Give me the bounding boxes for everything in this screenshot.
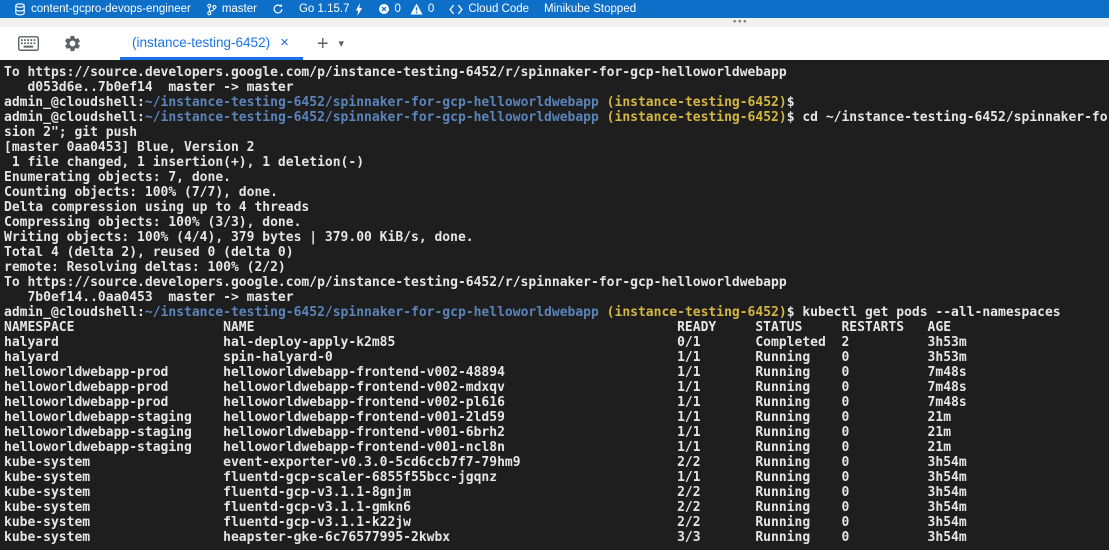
refresh-icon [272, 3, 284, 15]
terminal-line: Writing objects: 100% (4/4), 379 bytes |… [4, 230, 1109, 245]
terminal-line: To https://source.developers.google.com/… [4, 275, 1109, 290]
project-name: content-gcpro-devops-engineer [31, 3, 191, 15]
warning-count: 0 [428, 3, 434, 15]
terminal-line: kube-system fluentd-gcp-v3.1.1-k22jw 2/2… [4, 515, 1109, 530]
code-brackets-icon [449, 4, 463, 15]
terminal-output: To https://source.developers.google.com/… [4, 65, 1109, 545]
keyboard-icon[interactable] [18, 36, 39, 51]
terminal-line: d053d6e..7b0ef14 master -> master [4, 80, 1109, 95]
terminal-line: To https://source.developers.google.com/… [4, 65, 1109, 80]
error-icon [378, 3, 390, 15]
branch-name: master [222, 3, 257, 15]
terminal-line: [master 0aa0453] Blue, Version 2 [4, 140, 1109, 155]
terminal-line: remote: Resolving deltas: 100% (2/2) [4, 260, 1109, 275]
terminal-tab-label: (instance-testing-6452) [132, 35, 270, 50]
go-version: Go 1.15.7 [299, 3, 350, 15]
terminal-line: helloworldwebapp-staging helloworldwebap… [4, 440, 1109, 455]
minikube-status[interactable]: Minikube Stopped [544, 0, 636, 18]
git-branch-icon [206, 3, 217, 16]
minikube-status-label: Minikube Stopped [544, 3, 636, 15]
terminal-tab-bar: (instance-testing-6452) × + ▾ [0, 27, 1109, 60]
cloud-code-button[interactable]: Cloud Code [449, 0, 529, 18]
sync-button[interactable] [272, 0, 284, 18]
terminal-line: kube-system event-exporter-v0.3.0-5cd6cc… [4, 455, 1109, 470]
error-count: 0 [395, 3, 401, 15]
terminal-line: kube-system heapster-gke-6c76577995-2kwb… [4, 530, 1109, 545]
terminal-line: 7b0ef14..0aa0453 master -> master [4, 290, 1109, 305]
panel-overflow-handle[interactable]: ••• [733, 16, 748, 26]
terminal-line: helloworldwebapp-staging helloworldwebap… [4, 410, 1109, 425]
terminal-line: helloworldwebapp-staging helloworldwebap… [4, 425, 1109, 440]
terminal-line: Counting objects: 100% (7/7), done. [4, 185, 1109, 200]
branch-indicator[interactable]: master [206, 0, 257, 18]
go-version-indicator[interactable]: Go 1.15.7 [299, 0, 363, 18]
database-icon [14, 3, 26, 16]
terminal-line: Enumerating objects: 7, done. [4, 170, 1109, 185]
terminal-line: sion 2"; git push [4, 125, 1109, 140]
terminal-line: kube-system fluentd-gcp-v3.1.1-8gnjm 2/2… [4, 485, 1109, 500]
panel-divider: ••• [0, 18, 1109, 27]
terminal[interactable]: To https://source.developers.google.com/… [0, 60, 1109, 550]
warning-icon [410, 3, 423, 15]
terminal-line: helloworldwebapp-prod helloworldwebapp-f… [4, 365, 1109, 380]
terminal-line: admin_@cloudshell:~/instance-testing-645… [4, 110, 1109, 125]
chevron-down-icon[interactable]: ▾ [339, 37, 345, 50]
terminal-line: NAMESPACE NAME READY STATUS RESTARTS AGE [4, 320, 1109, 335]
terminal-line: halyard spin-halyard-0 1/1 Running 0 3h5… [4, 350, 1109, 365]
terminal-line: Delta compression using up to 4 threads [4, 200, 1109, 215]
terminal-line: helloworldwebapp-prod helloworldwebapp-f… [4, 380, 1109, 395]
terminal-line: kube-system fluentd-gcp-scaler-6855f55bc… [4, 470, 1109, 485]
terminal-line: Compressing objects: 100% (3/3), done. [4, 215, 1109, 230]
status-bar: content-gcpro-devops-engineer master Go … [0, 0, 1109, 18]
terminal-line: helloworldwebapp-prod helloworldwebapp-f… [4, 395, 1109, 410]
new-tab-button[interactable]: + [317, 34, 329, 54]
terminal-line: kube-system fluentd-gcp-v3.1.1-gmkn6 2/2… [4, 500, 1109, 515]
problems-indicator[interactable]: 0 0 [378, 0, 435, 18]
terminal-line: Total 4 (delta 2), reused 0 (delta 0) [4, 245, 1109, 260]
terminal-line: admin_@cloudshell:~/instance-testing-645… [4, 95, 1109, 110]
cloud-code-label: Cloud Code [468, 3, 529, 15]
lightning-bolt-icon [355, 3, 363, 16]
terminal-line: 1 file changed, 1 insertion(+), 1 deleti… [4, 155, 1109, 170]
terminal-line: halyard hal-deploy-apply-k2m85 0/1 Compl… [4, 335, 1109, 350]
terminal-line: admin_@cloudshell:~/instance-testing-645… [4, 305, 1109, 320]
terminal-tab-active[interactable]: (instance-testing-6452) × [120, 27, 303, 60]
gear-icon[interactable] [63, 34, 82, 53]
project-selector[interactable]: content-gcpro-devops-engineer [14, 0, 191, 18]
close-tab-icon[interactable]: × [278, 35, 291, 50]
